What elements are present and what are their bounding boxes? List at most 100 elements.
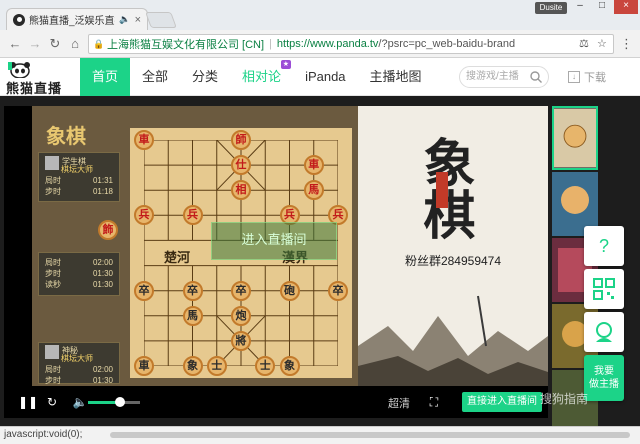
timer-label: 局时 (45, 258, 61, 267)
avatar (45, 345, 59, 359)
enter-room-button[interactable]: 直接进入直播间 (462, 392, 542, 412)
chess-piece[interactable]: 車 (134, 130, 154, 150)
download-link[interactable]: ↓ 下载 (568, 69, 606, 85)
enter-room-overlay[interactable]: 进入直播间 (211, 222, 337, 260)
customer-service-icon (596, 322, 612, 342)
become-streamer-line1: 我要 (594, 366, 614, 377)
nav-xiangduilun[interactable]: 相对论 ★ (230, 58, 293, 96)
chess-piece[interactable]: 砲 (279, 280, 300, 301)
chess-piece[interactable]: 卒 (328, 280, 348, 301)
player-controls: ❚❚ ↻ 🔈 超清 ⛶ 直接进入直播间 (4, 386, 548, 418)
timer-label: 局时 (45, 365, 61, 374)
search-input[interactable]: 搜游戏/主播 (459, 66, 549, 88)
volume-icon[interactable]: 🔈 (72, 394, 88, 410)
profile-badge[interactable]: Dusite (535, 2, 567, 14)
nav-home[interactable]: 首页 (80, 58, 131, 96)
chess-piece[interactable]: 象 (182, 356, 203, 376)
chess-piece[interactable]: 仕 (231, 155, 251, 176)
nav-all[interactable]: 全部 (130, 58, 180, 96)
nav-xiangduilun-label: 相对论 (242, 69, 282, 84)
certificate-org: 上海熊猫互娱文化有限公司 [CN] (107, 39, 265, 51)
chess-piece[interactable]: 馬 (182, 305, 203, 326)
become-streamer-button[interactable]: 我要 做主播 (584, 355, 624, 401)
chess-piece[interactable]: 卒 (182, 280, 203, 301)
qrcode-icon (593, 278, 615, 300)
chess-piece[interactable]: 兵 (182, 205, 203, 226)
download-label: 下载 (584, 72, 606, 84)
river-left-label: 楚河 (164, 250, 191, 265)
tab-title: 熊猫直播_泛娱乐直播 (29, 16, 116, 27)
address-bar[interactable]: 🔒 上海熊猫互娱文化有限公司 [CN] | https://www.panda.… (88, 34, 614, 54)
timer-label: 读秒 (45, 280, 61, 289)
stream-poster: 象棋 粉丝群284959474 (358, 106, 548, 386)
player-panel-top: 学生棋 棋坛大师 局时 01:31 步时 01:18 (38, 152, 120, 202)
fan-group-text: 粉丝群284959474 (404, 254, 502, 268)
chess-piece[interactable]: 將 (231, 330, 251, 351)
new-tab-button[interactable] (145, 12, 177, 28)
search-placeholder: 搜游戏/主播 (466, 71, 519, 82)
bookmark-star-icon[interactable]: ☆ (597, 37, 607, 50)
chess-piece[interactable]: 師 (231, 130, 251, 150)
window-close-icon[interactable]: × (614, 0, 638, 14)
reload-icon[interactable]: ↻ (46, 35, 64, 53)
status-link: javascript:void(0); (4, 429, 83, 440)
volume-knob[interactable] (115, 397, 126, 407)
nav-category[interactable]: 分类 (180, 58, 230, 96)
seal-stamp (436, 172, 448, 208)
home-icon[interactable]: ⌂ (66, 35, 84, 53)
fullscreen-icon[interactable]: ⛶ (426, 394, 442, 410)
search-icon[interactable] (530, 71, 542, 83)
timer-value: 01:30 (92, 280, 113, 289)
nav-ipanda[interactable]: iPanda (293, 58, 357, 96)
timer-label: 局时 (45, 176, 61, 185)
help-button[interactable]: ? (584, 226, 624, 266)
chess-piece[interactable]: 炮 (231, 305, 251, 326)
browser-menu-icon[interactable]: ⋮ (620, 36, 633, 52)
landscape-painting (358, 295, 548, 386)
recommend-thumbnail[interactable] (552, 106, 598, 170)
chess-piece[interactable]: 卒 (231, 280, 251, 301)
avatar (45, 156, 59, 170)
refresh-icon[interactable]: ↻ (44, 394, 60, 410)
chess-piece[interactable]: 象 (279, 356, 300, 376)
chess-piece[interactable]: 卒 (134, 280, 154, 301)
service-button[interactable] (584, 312, 624, 352)
content-area: 象棋 学生棋 棋坛大师 局时 01:31 步时 01:18 飾 局时 02:00 步时… (0, 96, 640, 434)
back-icon[interactable]: ← (6, 35, 24, 53)
nav-streamer-map[interactable]: 主播地图 (358, 58, 434, 96)
new-badge-icon: ★ (280, 60, 292, 69)
browser-tab[interactable]: 熊猫直播_泛娱乐直播 🔈 × (6, 8, 148, 30)
maximize-icon[interactable]: □ (592, 0, 612, 14)
translate-icon[interactable]: ⚖ (579, 37, 589, 50)
quality-selector[interactable]: 超清 (388, 395, 410, 411)
minimize-icon[interactable]: – (570, 0, 590, 14)
timer-label: 步时 (45, 187, 61, 196)
player-panel-bottom: 神秘 棋坛大师 局时 02:00 步时 01:30 (38, 342, 120, 385)
timer-value: 01:30 (92, 269, 113, 278)
speaker-icon[interactable]: 🔈 (119, 14, 130, 25)
lock-icon: 🔒 (93, 39, 105, 49)
url-host: https://www.panda.tv (276, 38, 379, 50)
chess-piece[interactable]: 馬 (303, 180, 324, 201)
horizontal-scrollbar[interactable] (110, 432, 630, 438)
chess-piece[interactable]: 車 (303, 155, 324, 176)
become-streamer-line2: 做主播 (589, 379, 619, 390)
forward-icon[interactable]: → (26, 35, 44, 53)
panda-favicon-icon (13, 13, 25, 26)
main-nav: 首页 全部 分类 相对论 ★ iPanda 主播地图 (80, 58, 434, 96)
qrcode-button[interactable] (584, 269, 624, 309)
chess-piece[interactable]: 士 (255, 356, 276, 376)
video-player[interactable]: 象棋 学生棋 棋坛大师 局时 01:31 步时 01:18 飾 局时 02:00 步时… (4, 106, 548, 418)
pause-icon[interactable]: ❚❚ (18, 394, 38, 410)
chess-piece[interactable]: 車 (134, 356, 154, 376)
timer-value: 01:18 (92, 187, 113, 196)
captured-piece: 飾 (98, 220, 118, 240)
timer-label: 步时 (45, 376, 61, 385)
timer-label: 步时 (45, 269, 61, 278)
site-logo[interactable]: 熊猫直播 (6, 62, 66, 96)
volume-slider[interactable] (88, 397, 140, 407)
browser-tab-strip: 熊猫直播_泛娱乐直播 🔈 × Dusite – □ × (0, 0, 640, 30)
timer-value: 02:00 (92, 258, 113, 267)
chess-piece[interactable]: 士 (206, 356, 227, 376)
tab-close-icon[interactable]: × (135, 14, 141, 26)
